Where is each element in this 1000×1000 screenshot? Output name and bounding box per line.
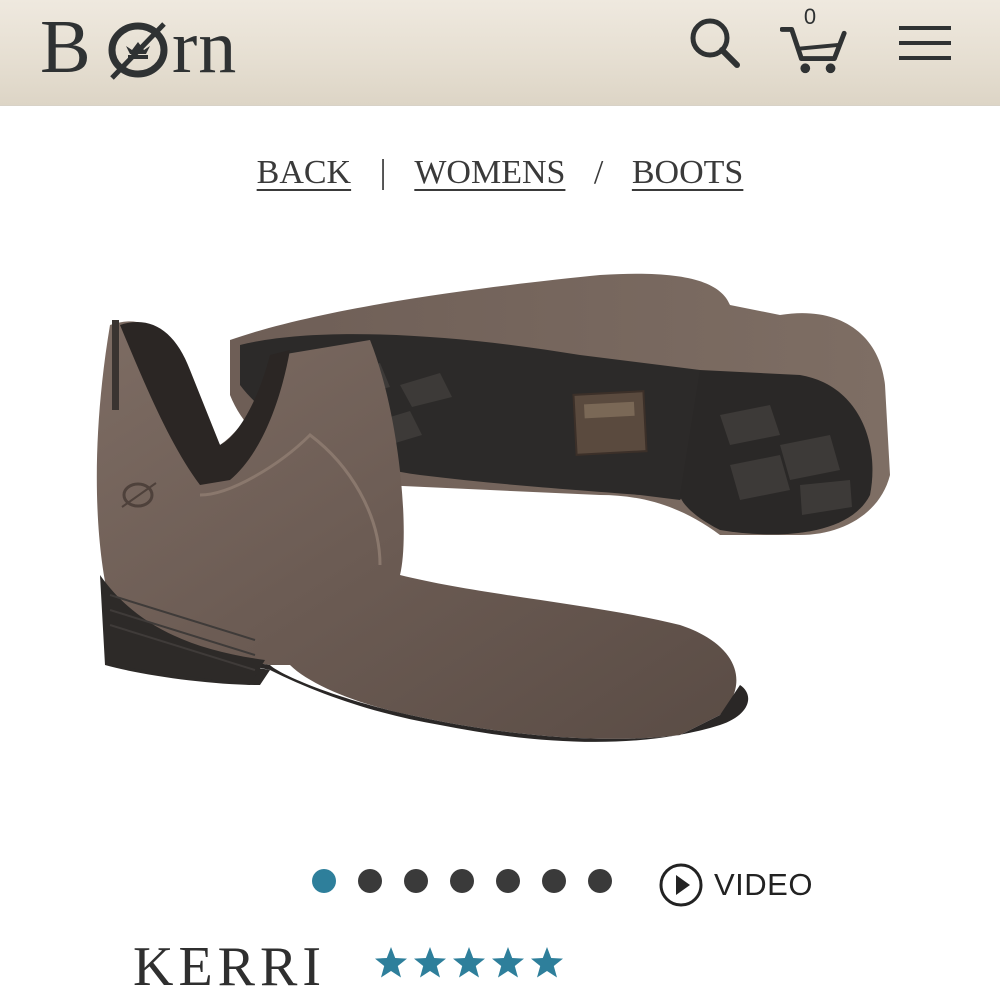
product-title: KERRI [133,936,326,998]
breadcrumb-womens-link[interactable]: WOMENS [414,154,565,191]
play-icon [659,863,703,907]
search-button[interactable] [680,8,750,78]
star-icon [531,947,563,978]
breadcrumb-separator: / [593,154,604,191]
product-photo-boots [96,273,890,742]
video-label: VIDEO [714,867,813,902]
product-image[interactable] [80,245,920,825]
hamburger-menu-icon [899,26,951,60]
breadcrumb: BACK | WOMENS / BOOTS [0,154,1000,192]
back-link[interactable]: BACK [257,154,351,191]
carousel-dot[interactable] [312,869,336,893]
svg-text:B: B [40,5,92,89]
carousel-dot[interactable] [542,869,566,893]
carousel-dot[interactable] [358,869,382,893]
star-rating[interactable] [373,945,565,981]
breadcrumb-boots-link[interactable]: BOOTS [632,154,743,191]
carousel-dots [312,869,612,893]
site-header: B rn 0 [0,0,1000,106]
brand-logo[interactable]: B rn [40,2,300,92]
carousel-dot[interactable] [496,869,520,893]
logo-wordmark: B rn [40,5,237,89]
breadcrumb-divider: | [379,154,387,191]
star-icon [453,947,485,978]
carousel-dot[interactable] [404,869,428,893]
star-icon [414,947,446,978]
cart-count-badge: 0 [803,4,817,29]
menu-button[interactable] [890,8,960,78]
search-icon [690,18,740,68]
star-icon [492,947,524,978]
carousel-dot[interactable] [450,869,474,893]
star-icon [375,947,407,978]
carousel-dot[interactable] [588,869,612,893]
svg-text:rn: rn [172,5,237,89]
video-button[interactable]: VIDEO [658,862,813,908]
